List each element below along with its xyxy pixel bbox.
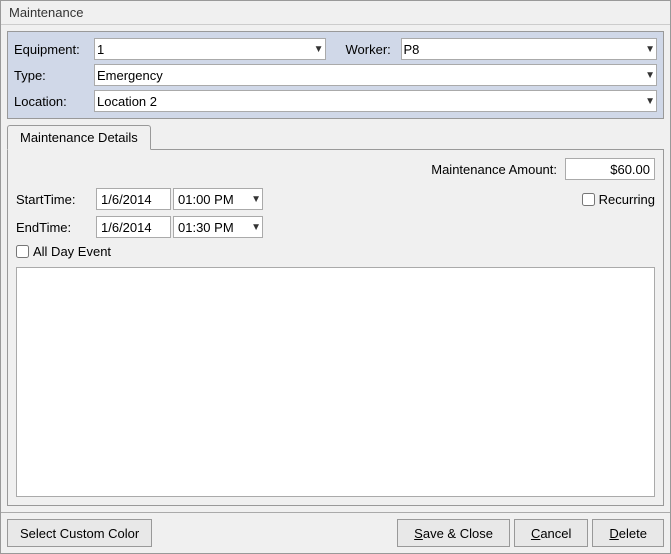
end-time-select[interactable]: 01:30 PM — [173, 216, 263, 238]
save-close-button[interactable]: Save & Close — [397, 519, 510, 547]
equipment-select-wrapper: 1 ▼ — [94, 38, 326, 60]
all-day-checkbox[interactable] — [16, 245, 29, 258]
start-time-select-wrapper: 01:00 PM ▼ — [173, 188, 263, 210]
endtime-label: EndTime: — [16, 220, 96, 235]
starttime-left: StartTime: 01:00 PM ▼ — [16, 188, 566, 210]
location-select-wrapper: Location 2 ▼ — [94, 90, 657, 112]
type-row: Type: Emergency ▼ — [14, 64, 657, 86]
worker-select[interactable]: P8 — [401, 38, 658, 60]
worker-label: Worker: — [346, 42, 401, 57]
all-day-label[interactable]: All Day Event — [33, 244, 111, 259]
type-label: Type: — [14, 68, 94, 83]
type-select-wrapper: Emergency ▼ — [94, 64, 657, 86]
equipment-select[interactable]: 1 — [94, 38, 326, 60]
all-day-row: All Day Event — [16, 244, 655, 259]
endtime-row: EndTime: 01:30 PM ▼ — [16, 216, 655, 238]
window-title: Maintenance — [1, 1, 670, 25]
location-select[interactable]: Location 2 — [94, 90, 657, 112]
location-label: Location: — [14, 94, 94, 109]
start-time-select[interactable]: 01:00 PM — [173, 188, 263, 210]
save-underline: S — [414, 526, 423, 541]
top-section: Equipment: 1 ▼ Worker: P8 ▼ — [7, 31, 664, 119]
footer-left: Select Custom Color — [7, 519, 397, 547]
start-date-input[interactable] — [96, 188, 171, 210]
amount-label: Maintenance Amount: — [431, 162, 557, 177]
cancel-underline: C — [531, 526, 540, 541]
tab-content: Maintenance Amount: StartTime: 01:00 PM … — [7, 149, 664, 506]
location-row: Location: Location 2 ▼ — [14, 90, 657, 112]
end-date-input[interactable] — [96, 216, 171, 238]
tabs: Maintenance Details — [7, 125, 664, 149]
equipment-worker-row: Equipment: 1 ▼ Worker: P8 ▼ — [14, 38, 657, 60]
tab-container: Maintenance Details Maintenance Amount: … — [7, 125, 664, 506]
recurring-area: Recurring — [582, 192, 655, 207]
tab-maintenance-details[interactable]: Maintenance Details — [7, 125, 151, 150]
cancel-button[interactable]: Cancel — [514, 519, 588, 547]
end-time-select-wrapper: 01:30 PM ▼ — [173, 216, 263, 238]
maintenance-window: Maintenance Equipment: 1 ▼ Worker: — [0, 0, 671, 554]
delete-underline: D — [609, 526, 618, 541]
equipment-right: Worker: P8 ▼ — [346, 38, 658, 60]
footer-right: Save & Close Cancel Delete — [397, 519, 664, 547]
equipment-label: Equipment: — [14, 42, 94, 57]
delete-button[interactable]: Delete — [592, 519, 664, 547]
notes-area[interactable] — [16, 267, 655, 497]
type-select[interactable]: Emergency — [94, 64, 657, 86]
window-content: Equipment: 1 ▼ Worker: P8 ▼ — [1, 25, 670, 512]
starttime-label: StartTime: — [16, 192, 96, 207]
equipment-left: Equipment: 1 ▼ — [14, 38, 326, 60]
starttime-row: StartTime: 01:00 PM ▼ Recurring — [16, 188, 655, 210]
recurring-label[interactable]: Recurring — [599, 192, 655, 207]
worker-select-wrapper: P8 ▼ — [401, 38, 658, 60]
maintenance-amount-row: Maintenance Amount: — [16, 158, 655, 180]
amount-input[interactable] — [565, 158, 655, 180]
custom-color-button[interactable]: Select Custom Color — [7, 519, 152, 547]
footer: Select Custom Color Save & Close Cancel … — [1, 512, 670, 553]
recurring-checkbox[interactable] — [582, 193, 595, 206]
